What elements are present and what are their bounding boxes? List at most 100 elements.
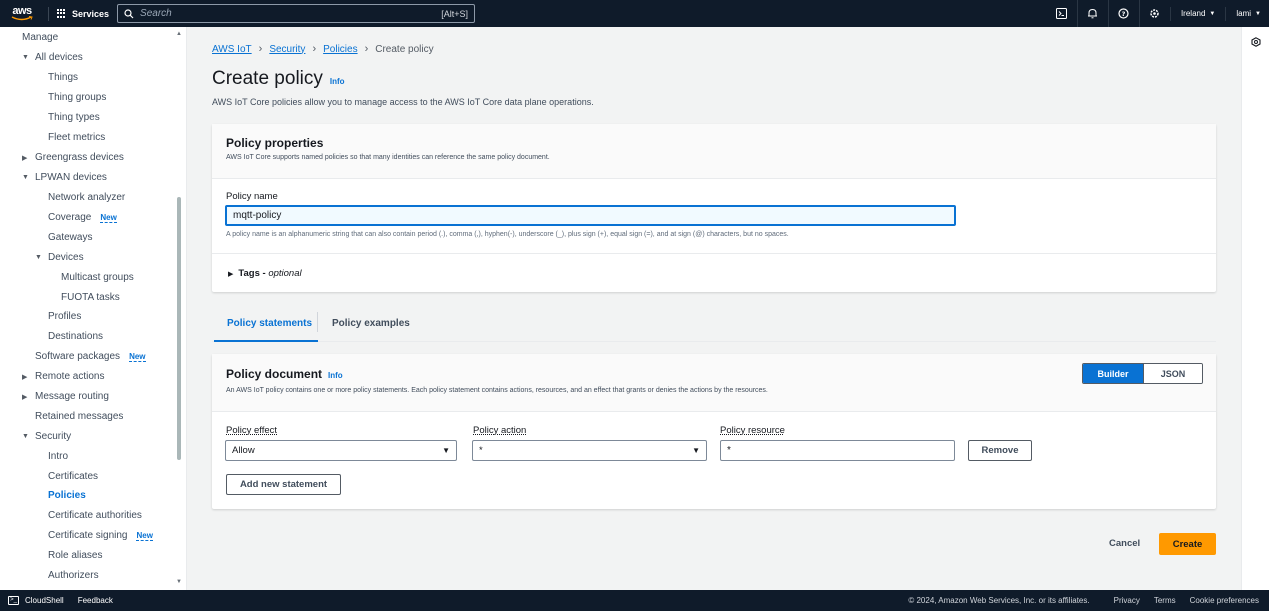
tags-expander[interactable]: ▶ Tags - optional xyxy=(228,268,302,279)
sidebar: ▲ ▼ Manage ▼ All devices Things Thing groups… xyxy=(0,27,187,590)
caret-down-icon: ▼ xyxy=(22,54,29,61)
breadcrumb-policies[interactable]: Policies xyxy=(323,44,357,55)
services-grid-icon xyxy=(57,8,67,19)
sidebar-item-certificate-authorities[interactable]: Certificate authorities xyxy=(48,510,142,521)
sidebar-item-all-devices[interactable]: ▼ All devices xyxy=(22,52,83,63)
sidebar-item-label: Fleet metrics xyxy=(48,132,106,143)
sidebar-item-label: Certificate signing xyxy=(48,530,128,541)
sidebar-item-remote-actions[interactable]: ▶ Remote actions xyxy=(22,371,104,382)
sidebar-item-label: Intro xyxy=(48,451,69,462)
services-label: Services xyxy=(72,8,110,19)
settings-button[interactable] xyxy=(1138,0,1170,27)
sidebar-item-fleet-metrics[interactable]: Fleet metrics xyxy=(48,132,105,143)
policy-name-value: mqtt-policy xyxy=(233,210,282,221)
sidebar-item-multicast-groups[interactable]: Multicast groups xyxy=(61,272,134,283)
cloudshell-button[interactable] xyxy=(1046,0,1077,27)
caret-right-icon: ▶ xyxy=(228,270,234,278)
footer-feedback-link[interactable]: Feedback xyxy=(78,596,113,605)
sidebar-item-policies[interactable]: Policies xyxy=(48,490,86,501)
aws-logo[interactable]: aws xyxy=(0,0,40,27)
scroll-down-icon[interactable]: ▼ xyxy=(176,579,182,585)
sidebar-item-coverage[interactable]: Coverage New xyxy=(48,212,117,223)
sidebar-item-security[interactable]: ▼ Security xyxy=(22,431,71,442)
sidebar-item-label: Thing types xyxy=(48,112,100,123)
scroll-up-icon[interactable]: ▲ xyxy=(176,31,182,37)
search-icon xyxy=(124,8,134,18)
footer-cookie-preferences-link[interactable]: Cookie preferences xyxy=(1190,596,1259,605)
sidebar-item-label: Policies xyxy=(48,490,86,501)
sidebar-item-network-analyzer[interactable]: Network analyzer xyxy=(48,192,125,203)
policy-name-input[interactable]: mqtt-policy xyxy=(225,205,956,226)
sidebar-item-label: FUOTA tasks xyxy=(61,292,120,303)
help-button[interactable]: ? xyxy=(1107,0,1139,27)
sidebar-item-role-aliases[interactable]: Role aliases xyxy=(48,550,102,561)
sidebar-item-label: Greengrass devices xyxy=(35,152,124,163)
policy-effect-label: Policy effect xyxy=(226,425,278,436)
builder-toggle-button[interactable]: Builder xyxy=(1083,364,1143,383)
sidebar-scrollbar[interactable]: ▲ ▼ xyxy=(176,27,182,590)
active-tab-indicator xyxy=(214,340,318,342)
breadcrumb-aws-iot[interactable]: AWS IoT xyxy=(212,44,252,55)
sidebar-item-label: Software packages xyxy=(35,351,121,362)
sidebar-item-certificates[interactable]: Certificates xyxy=(48,471,98,482)
sidebar-item-message-routing[interactable]: ▶ Message routing xyxy=(22,391,109,402)
sidebar-item-label: Message routing xyxy=(35,391,109,402)
policy-document-subheading: An AWS IoT policy contains one or more p… xyxy=(226,387,768,394)
scroll-thumb[interactable] xyxy=(177,197,181,460)
sidebar-item-profiles[interactable]: Profiles xyxy=(48,311,81,322)
sidebar-item-devices[interactable]: ▼ Devices xyxy=(35,252,84,263)
sidebar-item-thing-groups[interactable]: Thing groups xyxy=(48,92,106,103)
chevron-right-icon: › xyxy=(258,43,263,55)
new-badge: New xyxy=(100,212,117,223)
sidebar-item-manage[interactable]: Manage xyxy=(22,32,58,43)
footer-terms-link[interactable]: Terms xyxy=(1154,596,1176,605)
sidebar-item-software-packages[interactable]: Software packages New xyxy=(35,351,146,362)
search-input[interactable]: Search [Alt+S] xyxy=(117,4,476,23)
add-new-statement-button[interactable]: Add new statement xyxy=(226,474,341,495)
footer-privacy-link[interactable]: Privacy xyxy=(1114,596,1140,605)
sidebar-item-things[interactable]: Things xyxy=(48,72,78,83)
policy-resource-input[interactable]: * xyxy=(720,440,955,461)
sidebar-item-label: Certificate authorities xyxy=(48,510,142,521)
tab-policy-examples[interactable]: Policy examples xyxy=(332,318,410,329)
tab-policy-statements[interactable]: Policy statements xyxy=(227,318,312,329)
services-menu[interactable]: Services xyxy=(57,8,110,19)
sidebar-item-lpwan-devices[interactable]: ▼ LPWAN devices xyxy=(22,172,107,183)
breadcrumb-security[interactable]: Security xyxy=(269,44,305,55)
policy-effect-select[interactable]: Allow ▼ xyxy=(225,440,457,461)
remove-statement-button[interactable]: Remove xyxy=(968,440,1032,461)
page-title-text: Create policy xyxy=(212,68,323,89)
policy-action-select[interactable]: * ▼ xyxy=(472,440,707,461)
notifications-button[interactable] xyxy=(1076,0,1108,27)
sidebar-item-greengrass-devices[interactable]: ▶ Greengrass devices xyxy=(22,152,124,163)
policy-action-label: Policy action xyxy=(473,425,527,436)
footer-cloudshell-link[interactable]: CloudShell xyxy=(25,596,64,605)
sidebar-item-label: Remote actions xyxy=(35,371,105,382)
account-menu[interactable]: lami ▼ xyxy=(1225,6,1269,21)
caret-down-icon: ▼ xyxy=(442,446,450,455)
create-button[interactable]: Create xyxy=(1159,533,1216,555)
sidebar-item-authorizers[interactable]: Authorizers xyxy=(48,570,99,581)
sidebar-item-fuota-tasks[interactable]: FUOTA tasks xyxy=(61,292,120,303)
sidebar-item-label: Thing groups xyxy=(48,92,107,103)
region-selector[interactable]: Ireland ▼ xyxy=(1169,6,1225,21)
policy-action-value: * xyxy=(479,445,483,456)
tools-panel-button[interactable] xyxy=(1251,37,1261,50)
cancel-button[interactable]: Cancel xyxy=(1109,538,1140,549)
json-toggle-button[interactable]: JSON xyxy=(1143,364,1202,383)
sidebar-item-destinations[interactable]: Destinations xyxy=(48,331,103,342)
policy-properties-subheading: AWS IoT Core supports named policies so … xyxy=(226,154,550,161)
policy-properties-heading: Policy properties xyxy=(226,136,324,150)
policy-document-info-link[interactable]: Info xyxy=(328,371,343,380)
sidebar-item-label: Retained messages xyxy=(35,411,124,422)
page-info-link[interactable]: Info xyxy=(330,77,345,86)
sidebar-item-retained-messages[interactable]: Retained messages xyxy=(35,411,123,422)
account-label: lami xyxy=(1236,9,1252,18)
sidebar-item-intro[interactable]: Intro xyxy=(48,451,68,462)
page-title: Create policy Info xyxy=(212,68,345,90)
footer-copyright: © 2024, Amazon Web Services, Inc. or its… xyxy=(908,596,1090,605)
sidebar-item-certificate-signing[interactable]: Certificate signing New xyxy=(48,530,153,541)
sidebar-item-gateways[interactable]: Gateways xyxy=(48,232,92,243)
svg-text:?: ? xyxy=(1122,10,1126,18)
sidebar-item-thing-types[interactable]: Thing types xyxy=(48,112,100,123)
